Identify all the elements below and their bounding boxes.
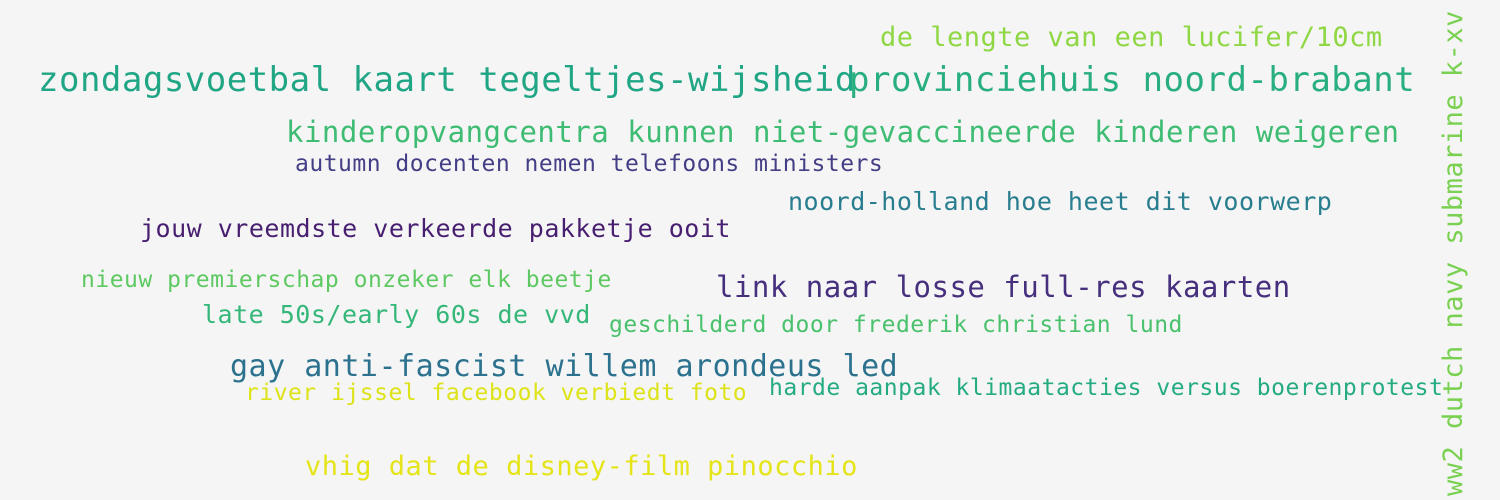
word-noord-holland: noord-holland hoe heet dit voorwerp (788, 187, 1333, 216)
word-premierschap: nieuw premierschap onzeker elk beetje (81, 267, 612, 293)
word-harde-aanpak: harde aanpak klimaatacties versus boeren… (769, 375, 1444, 401)
word-provinciehuis: provinciehuis noord-brabant (849, 60, 1416, 100)
word-link: link naar losse full-res kaarten (716, 270, 1291, 304)
word-river-ijssel: river ijssel facebook verbiedt foto (245, 380, 748, 406)
word-geschilderd: geschilderd door frederik christian lund (609, 312, 1183, 338)
word-jouw: jouw vreemdste verkeerde pakketje ooit (140, 214, 731, 243)
word-autumn: autumn docenten nemen telefoons minister… (295, 151, 884, 177)
word-ww2-submarine: ww2 dutch navy submarine k-xv (1438, 10, 1469, 496)
word-lucifer: de lengte van een lucifer/10cm (880, 22, 1383, 53)
word-kinderopvangcentra: kinderopvangcentra kunnen niet-gevaccine… (286, 115, 1400, 149)
word-zondagsvoetbal: zondagsvoetbal kaart tegeltjes-wijsheid (38, 60, 856, 100)
word-late-50s: late 50s/early 60s de vvd (202, 300, 591, 329)
word-pinocchio: vhig dat de disney-film pinocchio (305, 451, 858, 482)
